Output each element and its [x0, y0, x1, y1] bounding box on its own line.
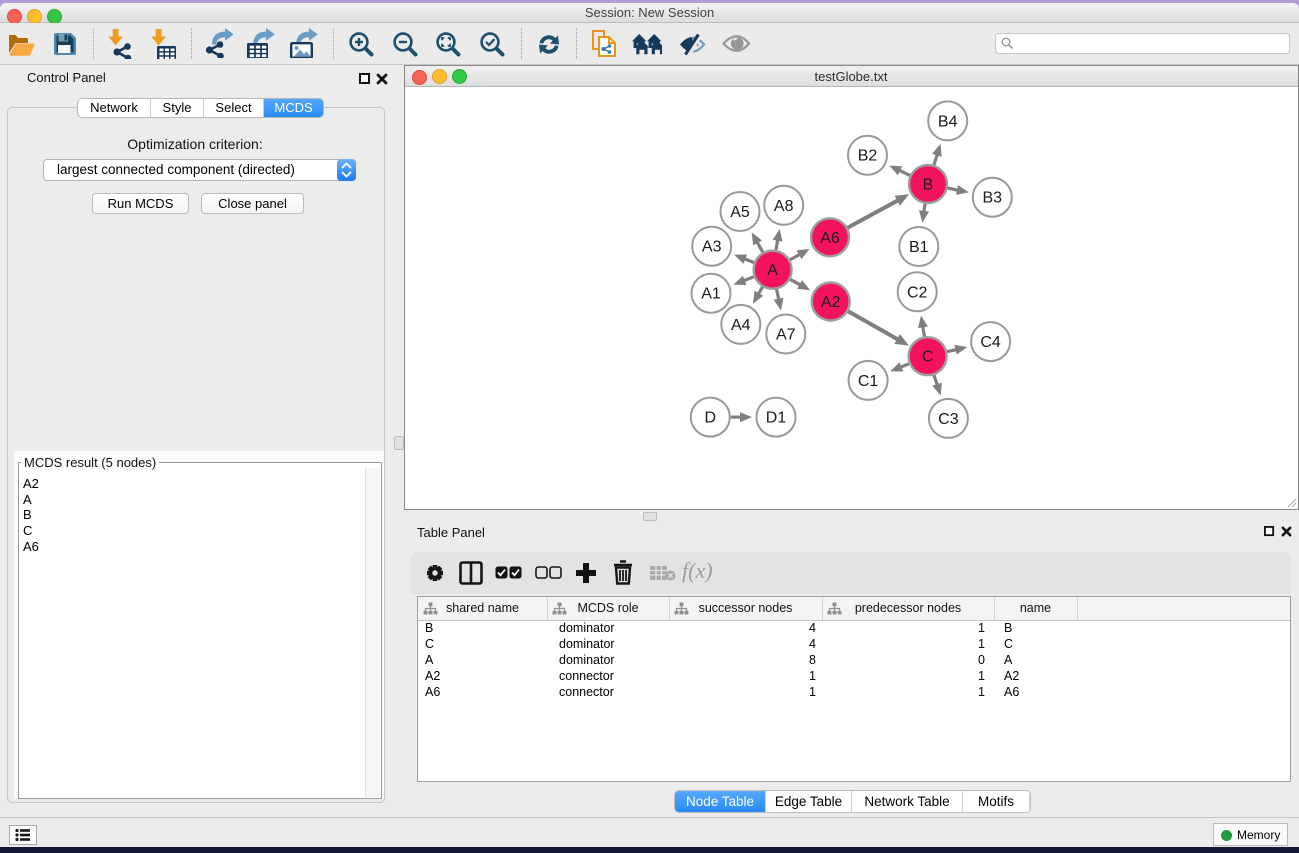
- svg-text:C4: C4: [980, 334, 1001, 351]
- svg-text:D: D: [704, 410, 716, 427]
- svg-text:C3: C3: [938, 411, 959, 428]
- svg-text:B3: B3: [982, 190, 1002, 207]
- svg-text:C: C: [921, 349, 933, 366]
- svg-text:B4: B4: [937, 113, 957, 130]
- svg-text:A6: A6: [820, 230, 840, 247]
- svg-text:C2: C2: [906, 284, 927, 301]
- svg-text:C1: C1: [857, 373, 878, 390]
- svg-text:A1: A1: [701, 286, 721, 303]
- svg-text:D1: D1: [765, 410, 786, 427]
- svg-text:A8: A8: [773, 198, 793, 215]
- svg-text:A2: A2: [820, 294, 840, 311]
- svg-text:B2: B2: [857, 148, 877, 165]
- svg-text:B1: B1: [909, 239, 929, 256]
- svg-text:A5: A5: [730, 204, 750, 221]
- svg-text:A4: A4: [731, 317, 751, 334]
- svg-text:B: B: [922, 177, 933, 194]
- svg-text:A3: A3: [701, 239, 721, 256]
- svg-text:A: A: [767, 262, 778, 279]
- svg-text:A7: A7: [776, 327, 796, 344]
